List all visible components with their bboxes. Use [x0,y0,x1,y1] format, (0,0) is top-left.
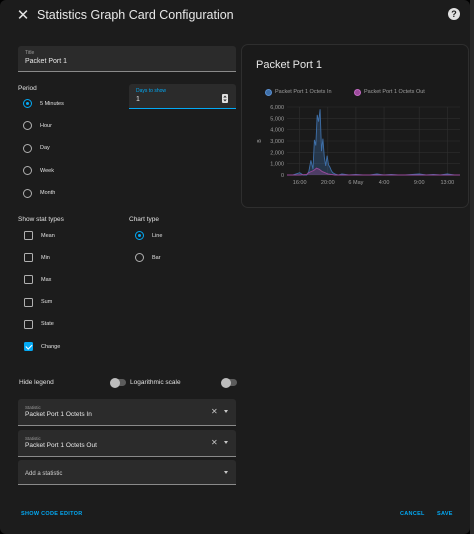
chart-type-label: Chart type [129,216,159,223]
x-tick-label: 13:00 [440,180,454,186]
dialog-title: Statistics Graph Card Configuration [37,8,234,22]
period-option-label: Month [40,190,56,197]
period-option-label: Week [40,167,54,174]
chevron-down-icon[interactable] [224,441,228,444]
stat-type-checkbox-min[interactable] [24,253,33,263]
add-statistic-placeholder: Add a statistic [25,471,63,477]
config-dialog: ✕ Statistics Graph Card Configuration ? … [0,0,470,534]
title-field[interactable]: Title Packet Port 1 [18,46,236,72]
add-statistic-picker[interactable]: Add a statistic [18,460,236,485]
stat-type-option-label: State [41,321,54,328]
statistic-label-2: Statistic [25,436,41,441]
statistic-picker-2[interactable]: Statistic Packet Port 1 Octets Out ✕ [18,430,236,457]
x-tick-label: 16:00 [293,180,307,186]
period-radio-hour[interactable] [23,121,32,131]
chevron-down-icon[interactable] [224,471,228,474]
stat-type-checkbox-mean[interactable] [24,231,33,240]
y-tick-label: 0 [281,173,284,179]
days-to-show-field[interactable]: Days to show 1 [129,84,236,109]
stat-type-option-label: Mean [41,232,55,239]
x-tick-label: 20:00 [321,180,335,186]
period-radio-week[interactable] [23,166,32,176]
hide-legend-toggle[interactable] [110,377,126,388]
title-field-value: Packet Port 1 [25,58,68,65]
stat-type-option-label: Min [41,254,50,261]
series-line-0 [287,109,460,176]
chart-type-option-label: Bar [152,254,161,261]
period-option-label: Day [40,145,50,152]
legend-entry-in[interactable]: Packet Port 1 Octets In [275,89,332,95]
preview-card-title: Packet Port 1 [256,59,323,71]
title-field-label: Title [25,50,35,56]
stat-types-label: Show stat types [18,216,64,223]
logarithmic-scale-label: Logarithmic scale [130,379,181,386]
statistics-chart: 6,000 5,000 4,000 3,000 2,000 1,000 0 16:00 20:0… [257,105,460,186]
preview-card: Packet Port 1 Packet Port 1 Octets In Pa… [242,45,468,207]
period-option-label: Hour [40,122,52,129]
chart-type-radio-bar[interactable] [135,253,144,262]
statistic-value-2: Packet Port 1 Octets Out [25,442,97,449]
y-axis-label: B [257,139,263,143]
stat-type-checkbox-change[interactable] [24,342,33,351]
statistic-label-1: Statistic [25,405,41,410]
period-option-label: 5 Minutes [40,100,64,107]
close-icon[interactable]: ✕ [14,7,32,25]
stat-type-checkbox-sum[interactable] [24,297,33,307]
y-tick-label: 6,000 [270,105,284,111]
x-tick-label: 9:00 [414,180,425,186]
stat-type-option-label: Change [41,343,61,350]
help-icon[interactable]: ? [448,8,460,20]
period-label: Period [18,85,37,92]
clear-icon[interactable]: ✕ [211,407,218,416]
chevron-down-icon[interactable] [224,410,228,413]
scrollbar-track[interactable] [470,0,474,534]
statistic-picker-1[interactable]: Statistic Packet Port 1 Octets In ✕ [18,399,236,426]
period-radio-day[interactable] [23,143,32,153]
save-button[interactable]: SAVE [437,511,453,517]
period-radio-month[interactable] [23,188,32,198]
y-tick-label: 2,000 [270,150,284,156]
chart-type-option-label: Line [152,232,163,239]
period-radio-5-minutes[interactable] [23,99,32,108]
chart-type-radio-line[interactable] [135,231,144,240]
stat-type-checkbox-max[interactable] [24,275,33,285]
x-tick-label: 6 May [348,180,363,186]
dialog-header: ✕ Statistics Graph Card Configuration ? [0,0,470,32]
stat-type-checkbox-state[interactable] [24,319,33,329]
y-tick-label: 5,000 [270,116,284,122]
y-tick-label: 1,000 [270,162,284,168]
legend-entry-out[interactable]: Packet Port 1 Octets Out [364,89,425,95]
stat-type-option-label: Max [41,276,52,283]
logarithmic-scale-toggle[interactable] [221,377,237,388]
y-tick-label: 3,000 [270,139,284,145]
y-tick-label: 4,000 [270,128,284,134]
stepper-icon[interactable] [222,94,228,103]
x-tick-label: 4:00 [379,180,390,186]
statistic-value-1: Packet Port 1 Octets In [25,411,92,418]
cancel-button[interactable]: CANCEL [400,511,425,517]
legend-swatch-in [265,89,272,96]
legend-swatch-out [354,89,361,96]
days-to-show-label: Days to show [136,88,167,94]
hide-legend-label: Hide legend [19,379,54,386]
clear-icon[interactable]: ✕ [211,438,218,447]
days-to-show-value: 1 [136,96,140,103]
stat-type-option-label: Sum [41,299,53,306]
show-code-editor-button[interactable]: SHOW CODE EDITOR [21,511,83,517]
